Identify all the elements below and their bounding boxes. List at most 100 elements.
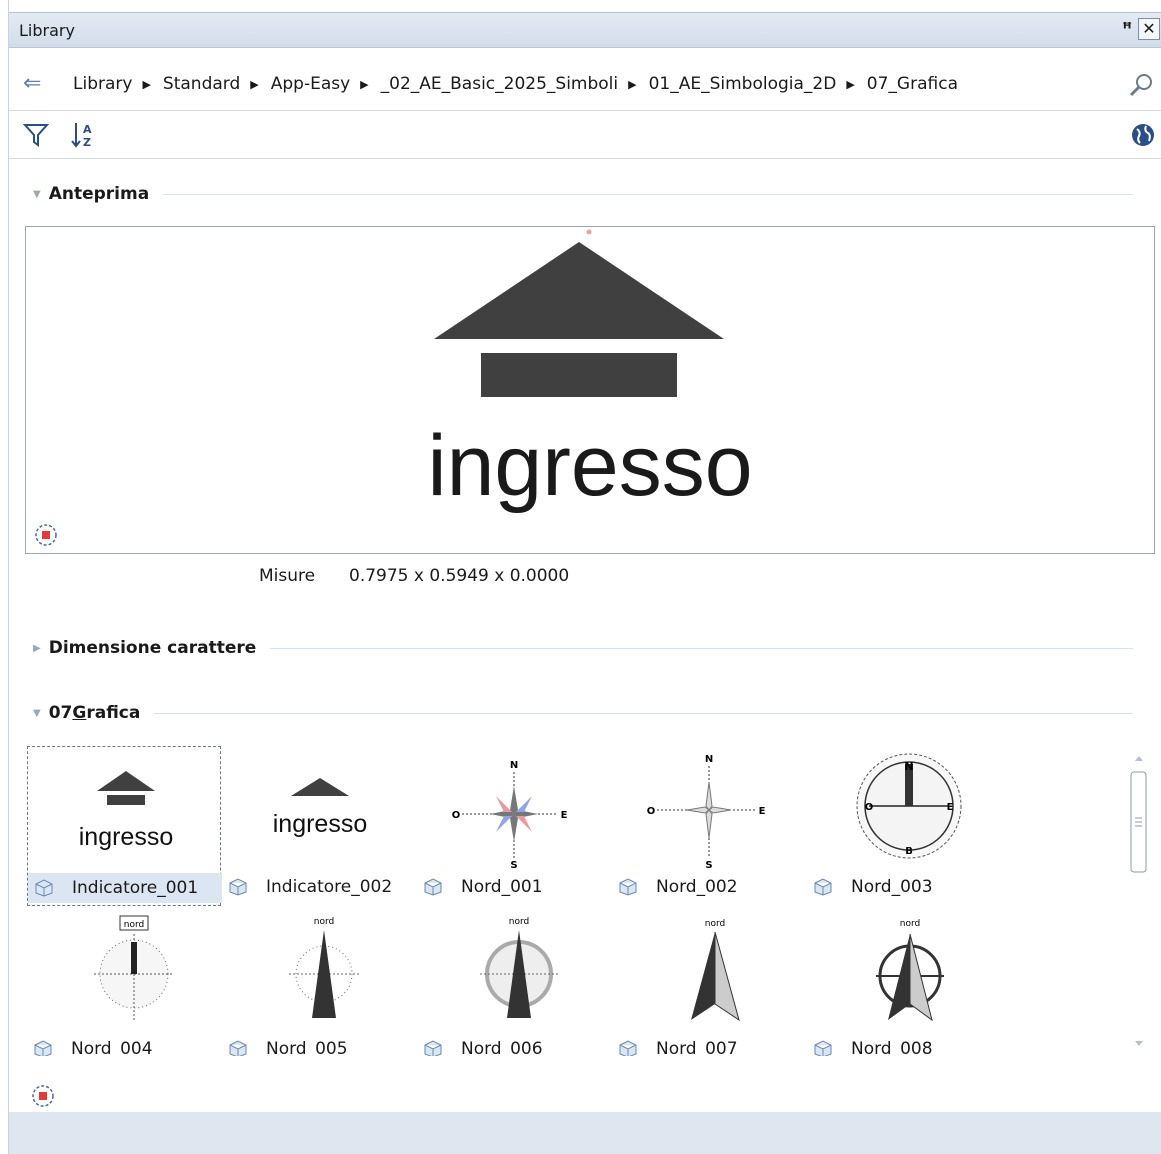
divider [270, 647, 1133, 649]
sort-az-icon[interactable]: AZ [71, 120, 97, 154]
grid-item-nord-007[interactable]: nord Nord_007 [612, 908, 806, 1056]
misure-value: 0.7975 x 0.5949 x 0.0000 [349, 566, 570, 586]
cube-icon [424, 1040, 442, 1056]
toolbar: AZ [9, 112, 1161, 159]
grid-item-nord-008[interactable]: nord Nord_008 [807, 908, 1001, 1056]
cube-icon [619, 1040, 637, 1056]
item-label: Nord_008 [851, 1039, 933, 1056]
section-dimensione-carattere[interactable]: ▶ Dimensione carattere [33, 636, 1133, 660]
breadcrumb-item[interactable]: App-Easy [271, 74, 350, 94]
item-label: Nord_003 [851, 877, 933, 897]
item-label: Nord_005 [266, 1039, 348, 1056]
misure-label: Misure [259, 566, 316, 586]
chevron-right-icon: ▶ [142, 77, 151, 91]
chevron-right-icon: ▶ [360, 77, 369, 91]
grid-item-nord-002[interactable]: N S O E Nord_002 [612, 746, 806, 906]
grid-item-nord-001[interactable]: N S O E Nord_001 [417, 746, 611, 906]
vertical-scrollbar[interactable] [1127, 746, 1151, 1056]
grid-item-indicatore-002[interactable]: ingresso Indicatore_002 [222, 746, 416, 906]
thumbnail: N S O E [612, 746, 806, 870]
svg-text:S: S [705, 860, 712, 870]
filter-icon[interactable] [22, 122, 50, 153]
search-icon[interactable] [1128, 72, 1154, 103]
item-label-row: Nord_008 [807, 1034, 1001, 1056]
status-area [9, 1112, 1161, 1154]
svg-text:Z: Z [83, 136, 91, 149]
item-label: Nord_007 [656, 1039, 738, 1056]
grid-item-indicatore-001[interactable]: ingresso Indicatore_001 [27, 746, 222, 906]
svg-text:nord: nord [124, 920, 144, 930]
svg-text:S: S [510, 860, 517, 870]
thumb-text: ingresso [273, 810, 368, 838]
grid-item-nord-006[interactable]: nord Nord_006 [417, 908, 611, 1056]
thumb-text: ingresso [79, 823, 174, 851]
svg-text:nord: nord [314, 917, 334, 927]
cube-icon [229, 878, 247, 896]
symbol-grid: ingresso Indicatore_001 ingresso Indicat… [27, 746, 1127, 1056]
item-label-row: Nord_006 [417, 1034, 611, 1056]
scroll-up-icon [1135, 756, 1143, 761]
cube-icon [229, 1040, 247, 1056]
svg-text:A: A [83, 123, 92, 136]
chevron-right-icon: ▶ [846, 77, 855, 91]
thumbnail: nord [807, 908, 1001, 1032]
center-target-icon[interactable] [34, 523, 58, 552]
svg-text:O: O [452, 810, 461, 821]
breadcrumb-item[interactable]: 07_Grafica [867, 74, 958, 94]
north-arrow-icon: nord [480, 917, 558, 1018]
north-arrow-icon: nord [289, 917, 359, 1018]
svg-text:nord: nord [900, 919, 920, 929]
expanded-triangle-icon: ▼ [33, 707, 41, 719]
thumbnail: ingresso [222, 746, 416, 870]
north-arrow-icon: nord [876, 919, 944, 1022]
close-button[interactable]: ✕ [1138, 18, 1160, 40]
collapsed-triangle-icon: ▶ [33, 642, 41, 654]
chevron-right-icon: ▶ [250, 77, 259, 91]
north-arrow-icon: nord [691, 919, 740, 1022]
section-title: Anteprima [48, 184, 150, 204]
item-label-row: Nord_003 [807, 872, 1001, 902]
scroll-down-icon [1135, 1041, 1143, 1046]
thumbnail: nord [417, 908, 611, 1032]
item-label-row: Indicatore_002 [222, 872, 416, 902]
item-label: Nord_002 [656, 877, 738, 897]
section-07grafica[interactable]: ▼ 07Grafica [33, 701, 1133, 725]
item-label: Indicatore_002 [266, 877, 393, 897]
cube-icon [34, 1040, 52, 1056]
grid-item-nord-003[interactable]: N B O E Nord_003 [807, 746, 1001, 906]
compass-rose-icon: N S O E [647, 754, 766, 870]
svg-text:B: B [905, 846, 913, 857]
item-label: Nord_004 [71, 1039, 153, 1056]
grid-item-nord-005[interactable]: nord Nord_005 [222, 908, 416, 1056]
breadcrumb-item[interactable]: Library [73, 74, 132, 94]
center-target-icon[interactable] [31, 1084, 55, 1113]
thumbnail: N B O E [807, 746, 1001, 870]
back-arrow-icon[interactable]: ⇐ [23, 71, 41, 96]
section-anteprima[interactable]: ▼ Anteprima [33, 182, 1133, 206]
thumbnail: nord [27, 908, 221, 1032]
divider [163, 193, 1133, 195]
cube-icon [814, 1040, 832, 1056]
breadcrumb-item[interactable]: _02_AE_Basic_2025_Simboli [381, 74, 619, 94]
item-label: Nord_001 [461, 877, 543, 897]
svg-text:E: E [759, 806, 766, 817]
preview-graphic [434, 229, 724, 397]
breadcrumb: ⇐ Library ▶ Standard ▶ App-Easy ▶ _02_AE… [9, 62, 1161, 111]
item-label: Indicatore_001 [72, 878, 199, 898]
cube-icon [424, 878, 442, 896]
svg-text:E: E [947, 802, 954, 813]
item-label-row: Nord_002 [612, 872, 806, 902]
section-title: 07Grafica [48, 703, 141, 723]
svg-text:O: O [647, 806, 656, 817]
pin-icon[interactable]: ꟸ [1122, 19, 1132, 38]
thumbnail: N S O E [417, 746, 611, 870]
thumbnail: ingresso [28, 747, 222, 871]
divider [154, 712, 1133, 714]
globe-icon[interactable] [1130, 122, 1156, 153]
expanded-triangle-icon: ▼ [33, 188, 41, 200]
breadcrumb-item[interactable]: Standard [163, 74, 240, 94]
grid-item-nord-004[interactable]: nord Nord_004 [27, 908, 221, 1056]
breadcrumb-item[interactable]: 01_AE_Simbologia_2D [649, 74, 837, 94]
thumbnail: nord [222, 908, 416, 1032]
preview-canvas: ingresso [25, 226, 1155, 554]
